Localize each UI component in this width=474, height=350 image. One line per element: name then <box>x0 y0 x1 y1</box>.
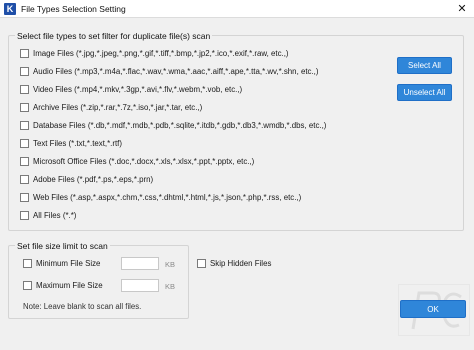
filter-video-files[interactable]: Video Files (*.mp4,*.mkv,*.3gp,*.avi,*.f… <box>20 85 242 94</box>
file-type-filter-legend: Select file types to set filter for dupl… <box>15 31 213 41</box>
adobe-files-label: Adobe Files (*.pdf,*.ps,*.eps,*.prn) <box>33 175 154 184</box>
skip-hidden-files-label: Skip Hidden Files <box>210 259 272 268</box>
image-files-label: Image Files (*.jpg,*.jpeg,*.png,*.gif,*.… <box>33 49 289 58</box>
minimum-size-checkbox[interactable] <box>23 259 32 268</box>
all-files-label: All Files (*.*) <box>33 211 77 220</box>
video-files-checkbox[interactable] <box>20 85 29 94</box>
select-all-button[interactable]: Select All <box>397 57 452 74</box>
file-size-limit-group: Set file size limit to scan Minimum File… <box>8 241 189 319</box>
minimum-size-unit: KB <box>165 260 176 269</box>
filter-adobe-files[interactable]: Adobe Files (*.pdf,*.ps,*.eps,*.prn) <box>20 175 153 184</box>
skip-hidden-files-checkbox[interactable] <box>197 259 206 268</box>
minimum-size-input[interactable] <box>121 257 159 270</box>
skip-hidden-files-option[interactable]: Skip Hidden Files <box>197 259 271 268</box>
text-files-checkbox[interactable] <box>20 139 29 148</box>
maximum-size-label: Maximum File Size <box>36 281 103 290</box>
web-files-label: Web Files (*.asp,*.aspx,*.chm,*.css,*.dh… <box>33 193 302 202</box>
office-files-label: Microsoft Office Files (*.doc,*.docx,*.x… <box>33 157 255 166</box>
title-bar: K File Types Selection Setting ✕ <box>0 0 474 18</box>
window-title: File Types Selection Setting <box>21 3 126 14</box>
all-files-checkbox[interactable] <box>20 211 29 220</box>
minimum-size-option[interactable]: Minimum File Size <box>23 259 100 268</box>
filter-web-files[interactable]: Web Files (*.asp,*.aspx,*.chm,*.css,*.dh… <box>20 193 301 202</box>
archive-files-label: Archive Files (*.zip,*.rar,*.7z,*.iso,*.… <box>33 103 203 112</box>
app-logo-icon: K <box>4 2 16 15</box>
ok-button[interactable]: OK <box>400 300 466 318</box>
database-files-label: Database Files (*.db,*.mdf,*.mdb,*.pdb,*… <box>33 121 327 130</box>
maximum-size-checkbox[interactable] <box>23 281 32 290</box>
filter-archive-files[interactable]: Archive Files (*.zip,*.rar,*.7z,*.iso,*.… <box>20 103 202 112</box>
close-button[interactable]: ✕ <box>454 1 470 17</box>
minimum-size-label: Minimum File Size <box>36 259 101 268</box>
video-files-label: Video Files (*.mp4,*.mkv,*.3gp,*.avi,*.f… <box>33 85 243 94</box>
audio-files-checkbox[interactable] <box>20 67 29 76</box>
audio-files-label: Audio Files (*.mp3,*.m4a,*.flac,*.wav,*.… <box>33 67 319 76</box>
filter-audio-files[interactable]: Audio Files (*.mp3,*.m4a,*.flac,*.wav,*.… <box>20 67 319 76</box>
archive-files-checkbox[interactable] <box>20 103 29 112</box>
maximum-size-option[interactable]: Maximum File Size <box>23 281 103 290</box>
maximum-size-input[interactable] <box>121 279 159 292</box>
image-files-checkbox[interactable] <box>20 49 29 58</box>
filter-text-files[interactable]: Text Files (*.txt,*.text,*.rtf) <box>20 139 122 148</box>
file-type-filter-group: Select file types to set filter for dupl… <box>8 31 464 231</box>
web-files-checkbox[interactable] <box>20 193 29 202</box>
office-files-checkbox[interactable] <box>20 157 29 166</box>
size-limit-note: Note: Leave blank to scan all files. <box>23 302 142 311</box>
filter-all-files[interactable]: All Files (*.*) <box>20 211 76 220</box>
maximum-size-unit: KB <box>165 282 176 291</box>
text-files-label: Text Files (*.txt,*.text,*.rtf) <box>33 139 123 148</box>
adobe-files-checkbox[interactable] <box>20 175 29 184</box>
unselect-all-button[interactable]: Unselect All <box>397 84 452 101</box>
filter-office-files[interactable]: Microsoft Office Files (*.doc,*.docx,*.x… <box>20 157 254 166</box>
filter-database-files[interactable]: Database Files (*.db,*.mdf,*.mdb,*.pdb,*… <box>20 121 326 130</box>
file-size-limit-legend: Set file size limit to scan <box>15 241 110 251</box>
close-icon: ✕ <box>457 3 467 15</box>
database-files-checkbox[interactable] <box>20 121 29 130</box>
filter-image-files[interactable]: Image Files (*.jpg,*.jpeg,*.png,*.gif,*.… <box>20 49 289 58</box>
